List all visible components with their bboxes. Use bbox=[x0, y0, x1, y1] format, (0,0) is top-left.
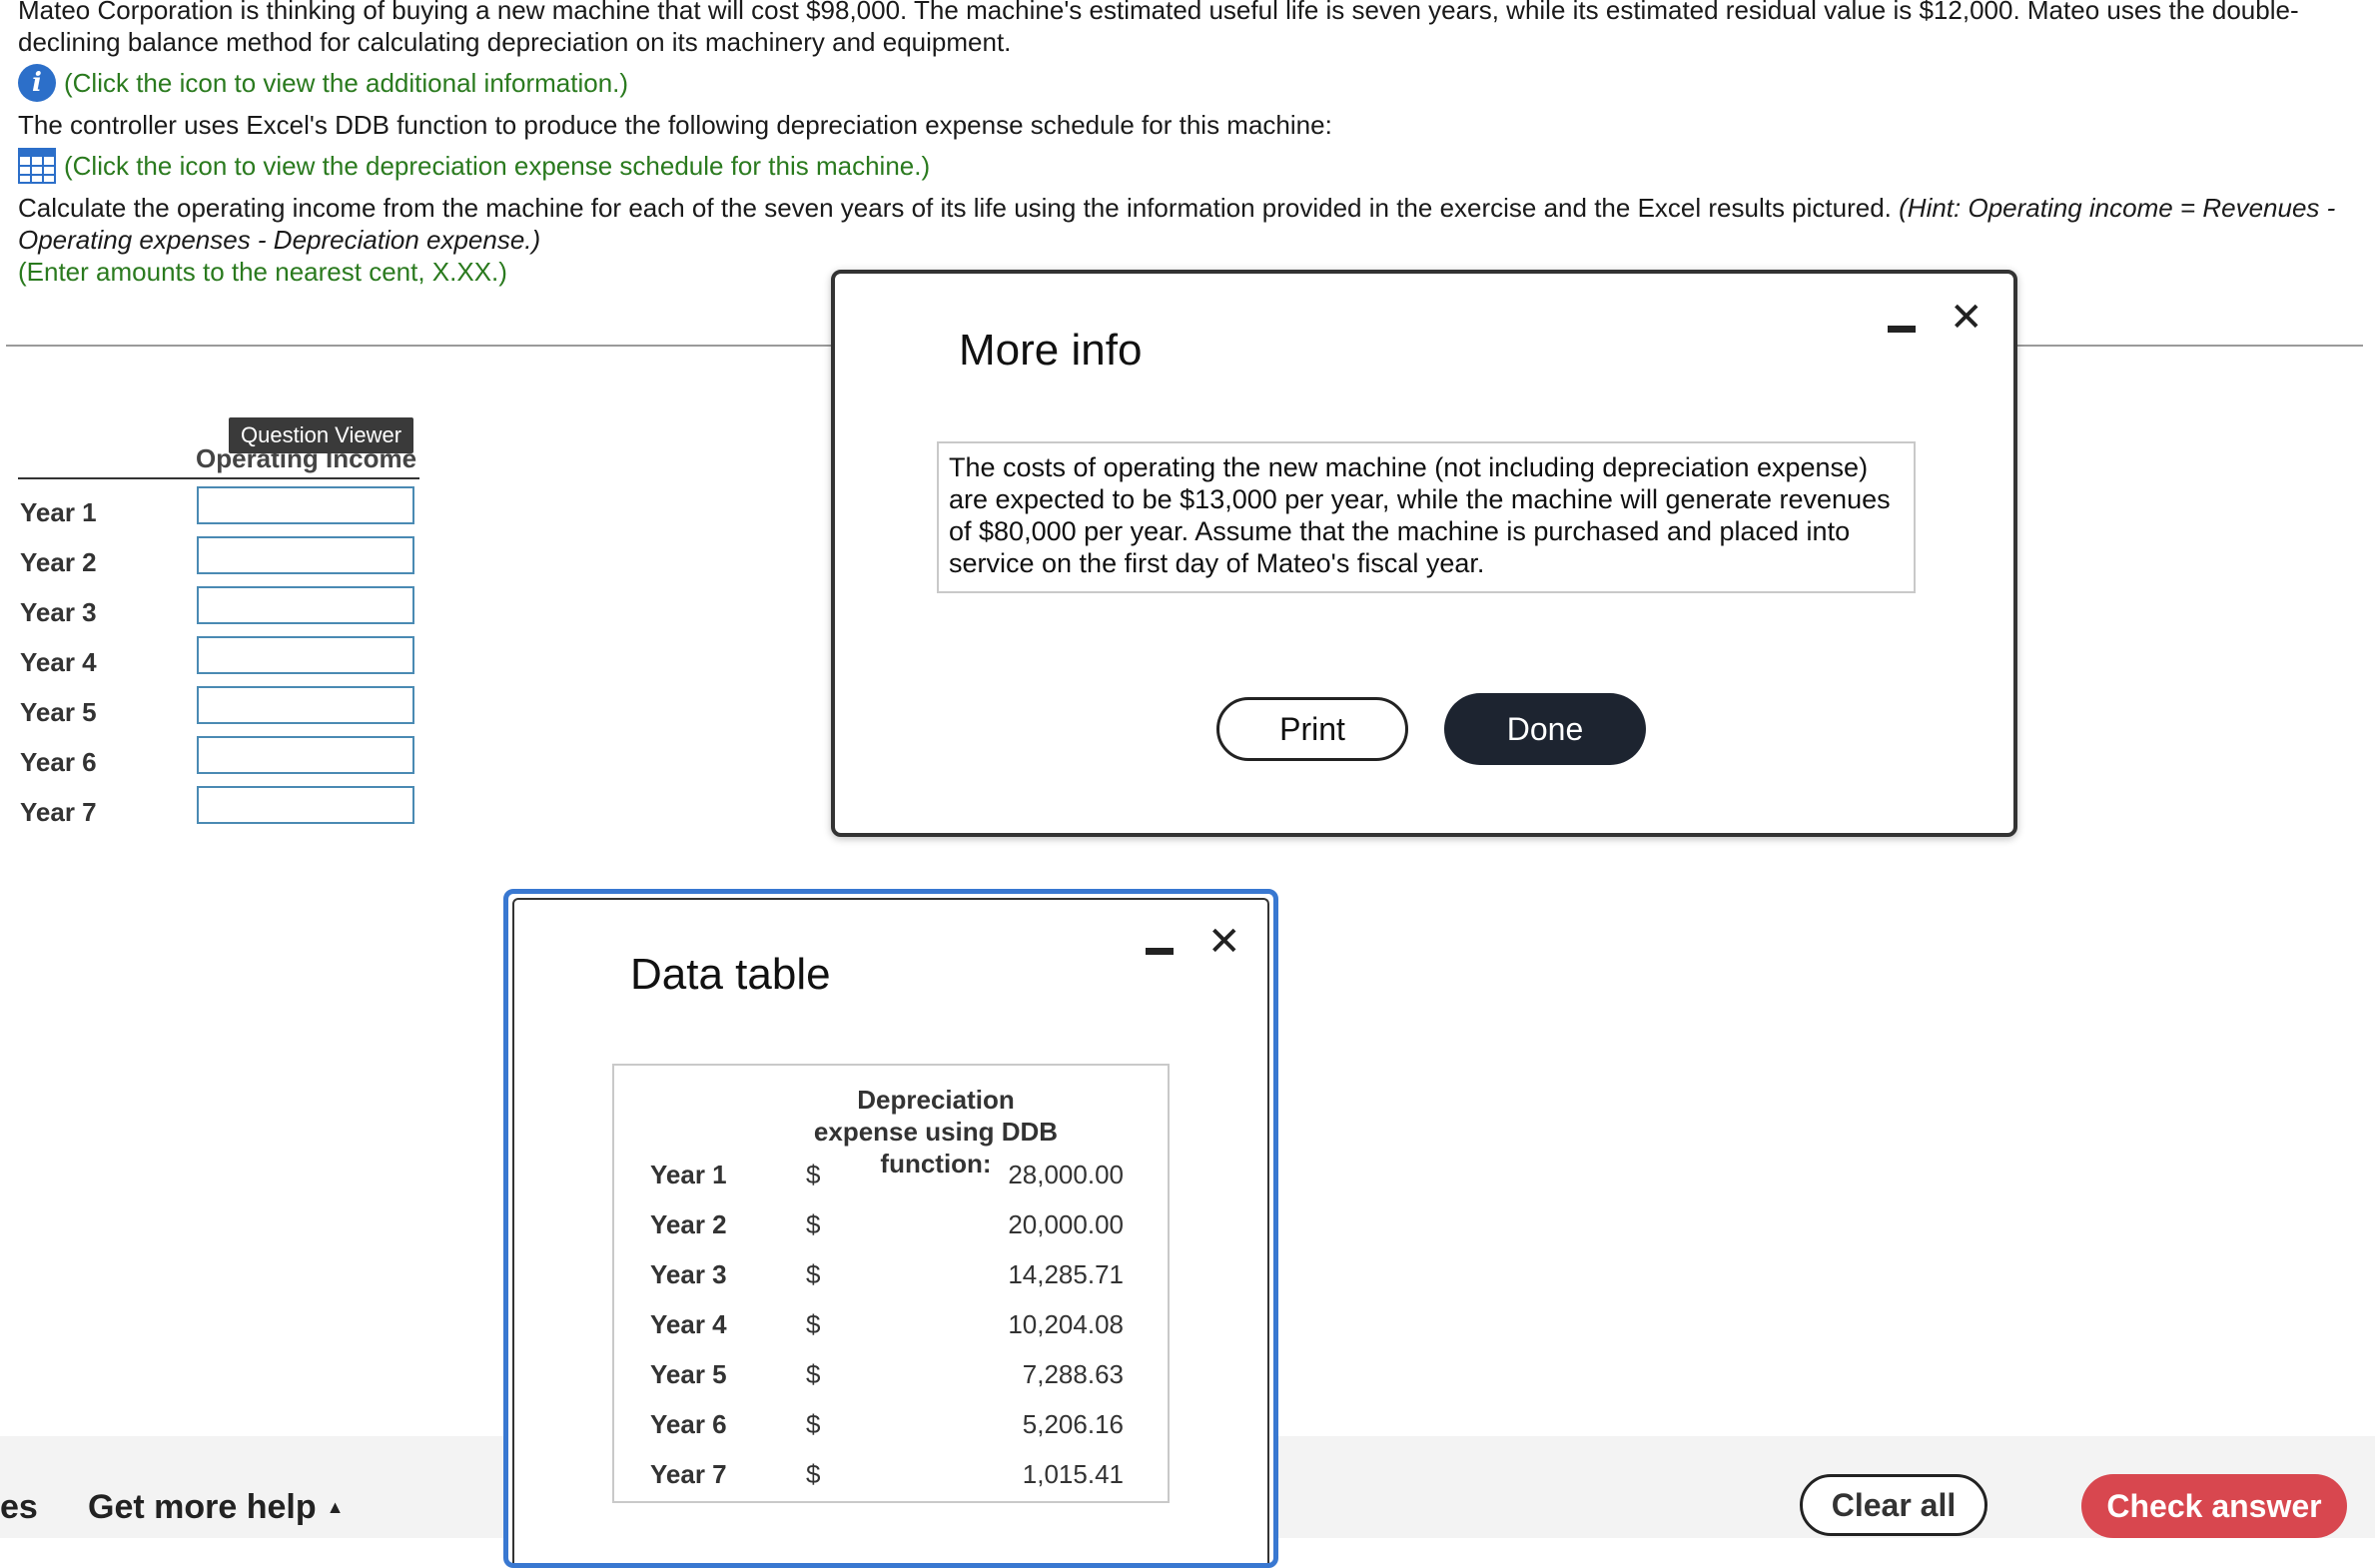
depreciation-table: Depreciation expense using DDB function:… bbox=[612, 1064, 1170, 1503]
controller-text: The controller uses Excel's DDB function… bbox=[18, 110, 1332, 140]
rounding-note: (Enter amounts to the nearest cent, X.XX… bbox=[18, 257, 507, 287]
check-answer-button[interactable]: Check answer bbox=[2081, 1474, 2347, 1538]
info-icon[interactable]: i bbox=[18, 64, 56, 102]
data-table-dialog: Data table ✕ Depreciation expense using … bbox=[503, 889, 1278, 1568]
dialog-title: More info bbox=[959, 326, 1143, 375]
minimize-icon[interactable] bbox=[1146, 948, 1174, 955]
table-row-year: Year 2 bbox=[650, 1209, 727, 1239]
operating-income-input-year-4[interactable] bbox=[197, 636, 414, 674]
operating-income-input-year-6[interactable] bbox=[197, 736, 414, 774]
currency-symbol: $ bbox=[806, 1409, 821, 1439]
caret-up-icon: ▲ bbox=[326, 1497, 345, 1517]
question-viewer-tooltip: Question Viewer bbox=[229, 417, 414, 453]
schedule-link-text[interactable]: (Click the icon to view the depreciation… bbox=[64, 150, 930, 182]
table-row-year: Year 5 bbox=[650, 1359, 727, 1389]
operating-income-input-year-5[interactable] bbox=[197, 686, 414, 724]
operating-income-input-year-3[interactable] bbox=[197, 586, 414, 624]
depreciation-value: 10,204.08 bbox=[1008, 1309, 1124, 1339]
depreciation-value: 1,015.41 bbox=[1022, 1459, 1124, 1489]
close-icon[interactable]: ✕ bbox=[1207, 920, 1241, 964]
dialog-title: Data table bbox=[630, 950, 831, 999]
currency-symbol: $ bbox=[806, 1359, 821, 1389]
currency-symbol: $ bbox=[806, 1259, 821, 1289]
table-row-year: Year 4 bbox=[650, 1309, 727, 1339]
spreadsheet-icon[interactable] bbox=[18, 148, 56, 184]
table-row-year: Year 7 bbox=[650, 1459, 727, 1489]
table-row-year: Year 6 bbox=[650, 1409, 727, 1439]
more-info-text: The costs of operating the new machine (… bbox=[937, 441, 1916, 593]
year-label: Year 2 bbox=[20, 547, 97, 577]
instruction-text: Calculate the operating income from the … bbox=[18, 193, 1892, 223]
table-row-year: Year 3 bbox=[650, 1259, 727, 1289]
year-label: Year 7 bbox=[20, 797, 97, 827]
operating-income-input-year-7[interactable] bbox=[197, 786, 414, 824]
done-button[interactable]: Done bbox=[1444, 693, 1646, 765]
additional-info-link[interactable]: i (Click the icon to view the additional… bbox=[18, 64, 628, 102]
depreciation-value: 5,206.16 bbox=[1022, 1409, 1124, 1439]
depreciation-value: 28,000.00 bbox=[1008, 1160, 1124, 1189]
currency-symbol: $ bbox=[806, 1160, 821, 1189]
year-label: Year 5 bbox=[20, 697, 97, 727]
get-more-help-button[interactable]: Get more help ▲ bbox=[88, 1488, 344, 1527]
print-button[interactable]: Print bbox=[1216, 697, 1408, 761]
more-info-dialog: More info ✕ The costs of operating the n… bbox=[831, 270, 2017, 837]
currency-symbol: $ bbox=[806, 1209, 821, 1239]
operating-income-input-year-2[interactable] bbox=[197, 536, 414, 574]
year-label: Year 1 bbox=[20, 497, 97, 527]
year-label: Year 6 bbox=[20, 747, 97, 777]
operating-income-input-year-1[interactable] bbox=[197, 486, 414, 524]
year-label: Year 3 bbox=[20, 597, 97, 627]
header-rule bbox=[18, 477, 419, 479]
depreciation-value: 14,285.71 bbox=[1008, 1259, 1124, 1289]
close-icon[interactable]: ✕ bbox=[1950, 296, 1983, 340]
currency-symbol: $ bbox=[806, 1309, 821, 1339]
get-more-help-label[interactable]: Get more help bbox=[88, 1488, 317, 1527]
depreciation-value: 7,288.63 bbox=[1022, 1359, 1124, 1389]
minimize-icon[interactable] bbox=[1888, 326, 1916, 333]
question-intro: Mateo Corporation is thinking of buying … bbox=[18, 0, 2299, 57]
clear-all-button[interactable]: Clear all bbox=[1800, 1474, 1987, 1536]
depreciation-value: 20,000.00 bbox=[1008, 1209, 1124, 1239]
instruction-block: Calculate the operating income from the … bbox=[18, 192, 2355, 256]
currency-symbol: $ bbox=[806, 1459, 821, 1489]
schedule-link[interactable]: (Click the icon to view the depreciation… bbox=[18, 148, 930, 184]
table-row-year: Year 1 bbox=[650, 1160, 727, 1189]
footer-left-fragment[interactable]: es bbox=[0, 1488, 38, 1527]
additional-info-link-text[interactable]: (Click the icon to view the additional i… bbox=[64, 67, 628, 99]
year-label: Year 4 bbox=[20, 647, 97, 677]
